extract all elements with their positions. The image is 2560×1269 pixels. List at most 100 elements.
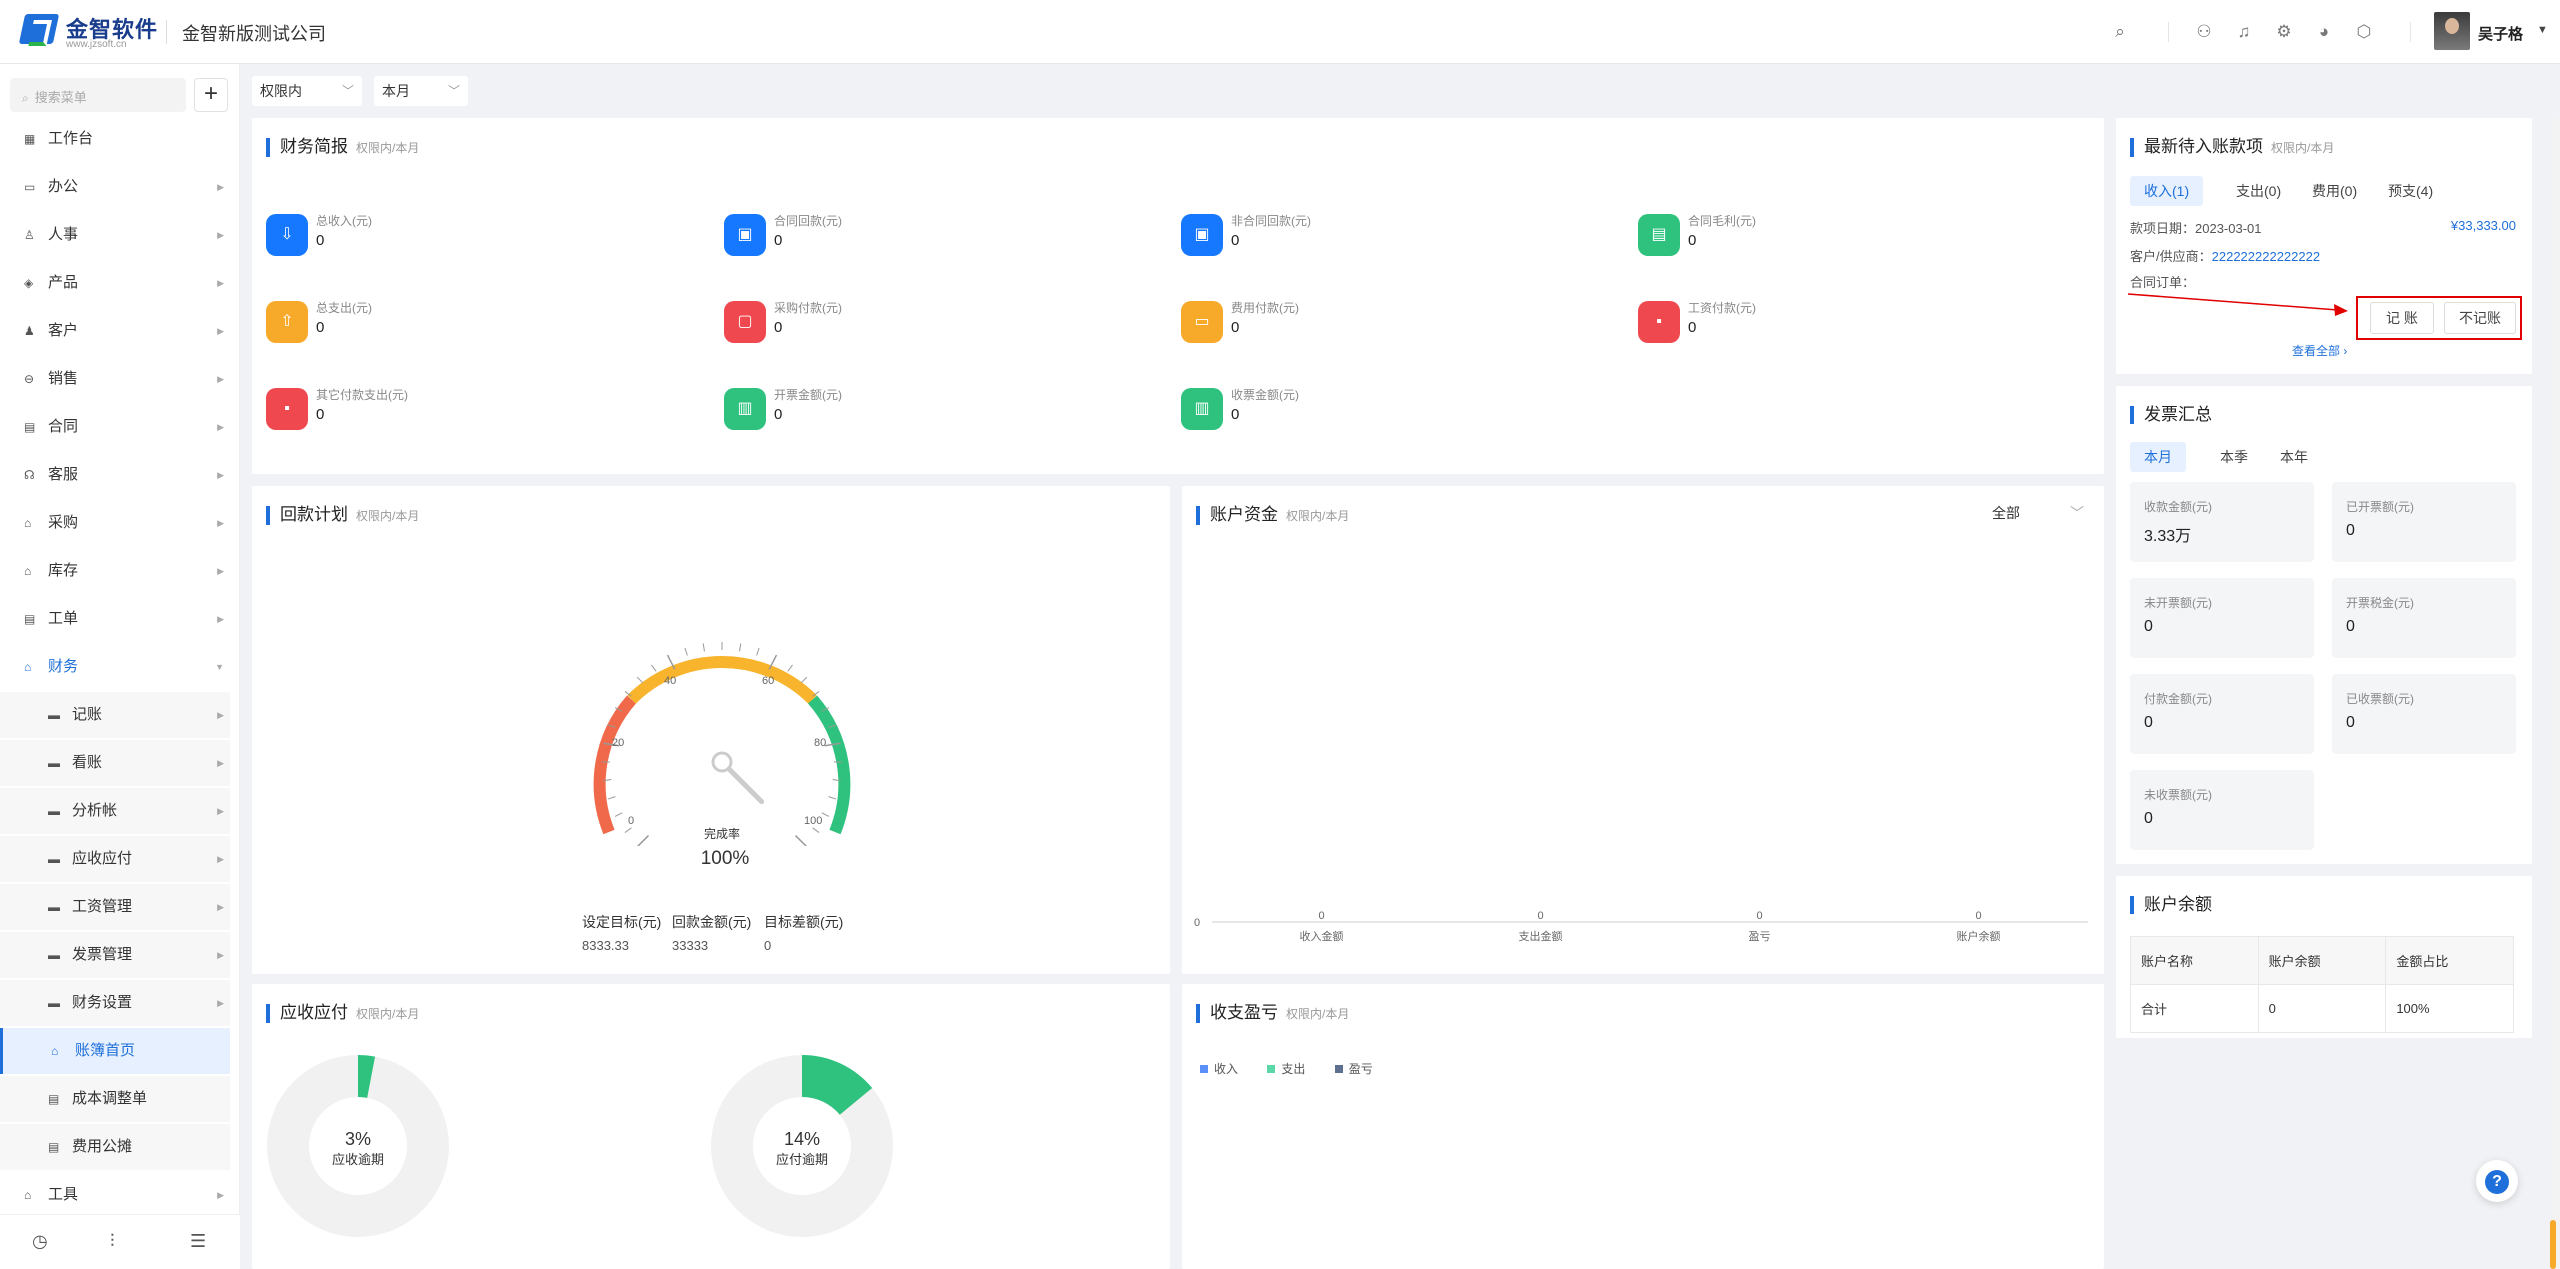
customer-icon: ♟ [24,324,35,338]
sidebar-sub-settings[interactable]: ▬ 财务设置 ▶ [0,980,230,1026]
gauge-arc-mid [627,656,817,704]
chevron-right-icon: ▶ [217,518,224,528]
dashboard-icon: ▦ [24,132,36,146]
stat-card: 未开票额(元) 0 [2130,578,2314,658]
sidebar-item-tools[interactable]: ⌂ 工具 ▶ [0,1172,230,1218]
chevron-right-icon: ▶ [217,854,224,864]
sidebar-sub-cost-adjust[interactable]: ▤ 成本调整单 [0,1076,230,1122]
scope-select[interactable]: 权限内 ﹀ [252,76,362,106]
tab-this-month[interactable]: 本月 [2130,442,2186,472]
sliders-icon[interactable]: ⫶ [110,1231,115,1252]
user-name[interactable]: 吴子格 [2478,23,2523,44]
tab-income[interactable]: 收入(1) [2130,176,2204,206]
sidebar-item-label: 人事 [48,226,79,243]
gear-icon[interactable]: ⚙ [2272,20,2296,44]
folder-icon: ▬ [48,948,60,962]
gauge-tick [614,812,623,817]
sidebar-sub-record[interactable]: ▬ 记账 ▶ [0,692,230,738]
record-button[interactable]: 记 账 [2370,302,2434,334]
menu-search-input[interactable]: ⌕ 搜索菜单 [10,78,186,112]
no-record-button[interactable]: 不记账 [2444,302,2516,334]
sidebar-sub-ledger-home[interactable]: ⌂ 账簿首页 [0,1028,230,1074]
account-select[interactable]: 全部 ﹀ [1982,498,2092,528]
sidebar-item-inventory[interactable]: ⌂ 库存 ▶ [0,548,230,594]
page-scrollbar[interactable] [2552,118,2560,1269]
sidebar-sub-receivable[interactable]: ▬ 应收应付 ▶ [0,836,230,882]
sidebar-item-finance[interactable]: ⌂ 财务 ▼ [0,644,230,690]
gauge-tick [607,796,616,800]
sidebar-item-workbench[interactable]: ▦ 工作台 [0,116,230,162]
period-select[interactable]: 本月 ﹀ [374,76,468,106]
card-title: 回款计划 权限内/本月 [266,506,419,525]
history-icon[interactable]: ◷ [32,1231,48,1252]
sidebar-item-label: 库存 [48,562,79,579]
gauge-tick-label: 40 [664,675,676,687]
tab-fees[interactable]: 费用(0) [2312,176,2357,206]
card-subtitle: 权限内/本月 [1286,509,1350,523]
chevron-right-icon: ▶ [217,422,224,432]
company-name: 金智新版测试公司 [182,24,326,44]
collapse-menu-icon[interactable]: ☰ [190,1231,206,1252]
view-all-link[interactable]: 查看全部 › [2292,342,2347,359]
data-label: 0 [1318,910,1324,922]
chevron-right-icon: ▶ [217,326,224,336]
income-icon: ⇩ [266,214,308,256]
stat-label: 收款金额(元) [2144,500,2212,514]
sidebar-item-label: 产品 [48,274,79,291]
sidebar-item-customer[interactable]: ♟ 客户 ▶ [0,308,230,354]
sidebar-item-office[interactable]: ▭ 办公 ▶ [0,164,230,210]
finance-item: ▪ 工资付款(元) 0 [1638,297,2038,357]
tab-advance[interactable]: 预支(4) [2388,176,2433,206]
avatar[interactable] [2434,12,2470,50]
card-title: 收支盈亏 权限内/本月 [1196,1004,1349,1023]
gauge-tick [636,835,649,846]
sidebar-item-hr[interactable]: ♙ 人事 ▶ [0,212,230,258]
search-icon[interactable]: ⌕ [2108,20,2132,44]
tab-expense[interactable]: 支出(0) [2236,176,2281,206]
card-subtitle: 权限内/本月 [1286,1007,1350,1021]
sidebar-item-purchase[interactable]: ⌂ 采购 ▶ [0,500,230,546]
sidebar-item-sales[interactable]: ⊖ 销售 ▶ [0,356,230,402]
arrow-line [2127,293,2339,311]
sidebar-item-label: 分析帐 [72,802,118,819]
tab-this-quarter[interactable]: 本季 [2220,442,2248,472]
finance-icon: ⌂ [24,660,32,674]
tab-this-year[interactable]: 本年 [2280,442,2308,472]
table-row: 合计 0 100% [2130,984,2514,1033]
gauge-tick [821,812,830,817]
contacts-icon[interactable]: ⚇ [2192,20,2216,44]
sidebar-sub-invoice[interactable]: ▬ 发票管理 ▶ [0,932,230,978]
scrollbar-thumb[interactable] [2550,1220,2556,1269]
legend-item[interactable]: 收入 [1200,1062,1238,1076]
card-subtitle: 权限内/本月 [356,1007,420,1021]
legend-item[interactable]: 盈亏 [1334,1062,1373,1076]
sidebar-item-contract[interactable]: ▤ 合同 ▶ [0,404,230,450]
sidebar-item-label: 工具 [48,1186,79,1203]
pie-chart-icon[interactable]: ◕ [2312,20,2336,44]
help-button[interactable]: ? [2476,1160,2518,1202]
legend-item[interactable]: 支出 [1267,1062,1305,1076]
logo[interactable]: 金智软件 www.jzsoft.cn [18,12,172,52]
sidebar-item-ticket[interactable]: ▤ 工单 ▶ [0,596,230,642]
finance-item-value: 0 [316,232,325,249]
gauge-tick-label: 100 [804,815,822,827]
sidebar-item-product[interactable]: ◈ 产品 ▶ [0,260,230,306]
card-title-text: 财务简报 [280,137,348,156]
caret-down-icon[interactable]: ▼ [2537,24,2548,36]
entry-party-link[interactable]: 222222222222222 [2212,249,2320,264]
sidebar-sub-analysis[interactable]: ▬ 分析帐 ▶ [0,788,230,834]
sidebar-item-label: 应收应付 [72,850,133,867]
sidebar-sub-expense-share[interactable]: ▤ 费用公摊 [0,1124,230,1170]
card-title-text: 账户资金 [1210,505,1278,524]
card-title: 最新待入账款项 权限内/本月 [2130,138,2334,157]
chevron-right-icon: ▶ [217,758,224,768]
add-button[interactable]: + [194,78,228,112]
sidebar-item-service[interactable]: ☊ 客服 ▶ [0,452,230,498]
inventory-icon: ⌂ [24,564,32,578]
cube-icon[interactable]: ⬡ [2352,20,2376,44]
bell-icon[interactable]: ♫ [2232,20,2256,44]
sidebar-sub-salary[interactable]: ▬ 工资管理 ▶ [0,884,230,930]
finance-item-label: 采购付款(元) [774,301,842,315]
sidebar-sub-view[interactable]: ▬ 看账 ▶ [0,740,230,786]
finance-item-label: 总收入(元) [316,214,372,228]
